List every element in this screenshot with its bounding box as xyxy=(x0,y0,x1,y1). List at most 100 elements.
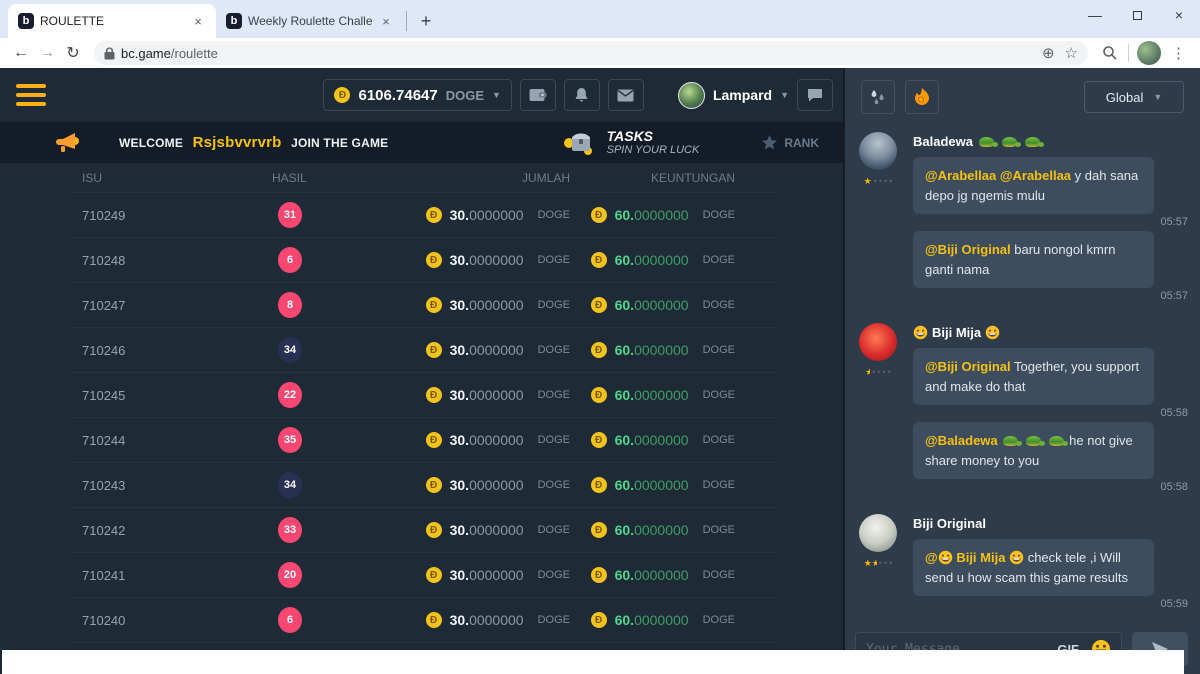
mention[interactable]: @Baladewa xyxy=(925,433,998,448)
chat-username: Biji Mija xyxy=(932,325,981,340)
table-row[interactable]: 710243 34 30.0000000DOGE 60.0000000DOGE xyxy=(70,463,776,508)
result-badge: 22 xyxy=(278,382,302,408)
profit-unit: DOGE xyxy=(703,569,735,581)
turtle-emoji xyxy=(1049,436,1064,446)
amount-unit: DOGE xyxy=(538,389,570,401)
amount-unit: DOGE xyxy=(538,524,570,536)
profit-value: 60. xyxy=(615,297,634,313)
minimize-button[interactable]: — xyxy=(1074,0,1116,30)
maximize-button[interactable] xyxy=(1116,0,1158,30)
amount-unit: DOGE xyxy=(538,614,570,626)
bet-id: 710243 xyxy=(82,478,272,493)
profit-unit: DOGE xyxy=(703,344,735,356)
avatar[interactable] xyxy=(859,132,897,170)
result-badge: 31 xyxy=(278,202,302,228)
grin-emoji xyxy=(913,325,928,340)
chat-username-row[interactable]: Biji Mija xyxy=(913,325,1186,340)
notifications-button[interactable] xyxy=(564,79,600,111)
profit-unit: DOGE xyxy=(703,434,735,446)
chat-group: ★•••• Biji Mija @Biji Original Together,… xyxy=(853,323,1186,496)
tasks-button[interactable]: TASKS SPIN YOUR LUCK xyxy=(563,129,700,157)
bottom-overlay xyxy=(2,650,1184,674)
browser-tab-inactive[interactable]: Weekly Roulette Challenge - Win × xyxy=(216,4,404,38)
profit-decimals: 0000000 xyxy=(634,342,689,358)
mention[interactable]: @Biji Original xyxy=(925,359,1011,374)
rank-button[interactable]: RANK xyxy=(761,135,819,151)
result-badge: 20 xyxy=(278,562,302,588)
coin-drop-button[interactable] xyxy=(905,80,939,114)
user-menu[interactable]: Lampard ▼ xyxy=(678,82,789,109)
amount-unit: DOGE xyxy=(538,434,570,446)
tab-title: ROULETTE xyxy=(40,14,184,28)
doge-coin-icon xyxy=(591,477,607,493)
table-row[interactable]: 710240 6 30.0000000DOGE 60.0000000DOGE xyxy=(70,598,776,643)
amount-value: 30. xyxy=(450,207,469,223)
welcome-banner: WELCOME Rsjsbvvrvrb JOIN THE GAME TASKS … xyxy=(0,122,843,163)
result-badge: 33 xyxy=(278,517,302,543)
hamburger-menu-icon[interactable] xyxy=(16,84,46,106)
balance-dropdown[interactable]: 6106.74647 DOGE ▼ xyxy=(323,79,511,111)
wallet-button[interactable] xyxy=(520,79,556,111)
table-row[interactable]: 710241 20 30.0000000DOGE 60.0000000DOGE xyxy=(70,553,776,598)
amount-unit: DOGE xyxy=(538,254,570,266)
doge-coin-icon xyxy=(591,567,607,583)
doge-coin-icon xyxy=(426,297,442,313)
profit-decimals: 0000000 xyxy=(634,477,689,493)
url-bar[interactable]: bc.game /roulette ⊕ ☆ xyxy=(94,41,1088,65)
table-row[interactable]: 710248 6 30.0000000DOGE 60.0000000DOGE xyxy=(70,238,776,283)
bcgame-favicon xyxy=(226,13,242,29)
amount-value: 30. xyxy=(450,297,469,313)
bet-id: 710247 xyxy=(82,298,272,313)
forward-icon[interactable]: → xyxy=(34,44,60,62)
wallet-icon xyxy=(529,88,547,102)
close-button[interactable]: × xyxy=(1158,0,1200,30)
doge-coin-icon xyxy=(426,207,442,223)
table-row[interactable]: 710246 34 30.0000000DOGE 60.0000000DOGE xyxy=(70,328,776,373)
profit-value: 60. xyxy=(615,567,634,583)
chat-channel-select[interactable]: Global ▼ xyxy=(1084,81,1184,113)
doge-coin-icon xyxy=(426,342,442,358)
profit-unit: DOGE xyxy=(703,614,735,626)
amount-decimals: 0000000 xyxy=(469,432,524,448)
table-row[interactable]: 710249 31 30.0000000DOGE 60.0000000DOGE xyxy=(70,193,776,238)
chrome-menu-icon[interactable]: ⋮ xyxy=(1171,44,1186,62)
table-row[interactable]: 710244 35 30.0000000DOGE 60.0000000DOGE xyxy=(70,418,776,463)
search-extension-icon[interactable] xyxy=(1102,45,1118,61)
chat-username-row[interactable]: Biji Original xyxy=(913,516,1186,531)
bet-id: 710246 xyxy=(82,343,272,358)
table-row[interactable]: 710245 22 30.0000000DOGE 60.0000000DOGE xyxy=(70,373,776,418)
profit-unit: DOGE xyxy=(703,479,735,491)
mention[interactable]: @ Biji Mija xyxy=(925,550,1028,565)
tab-divider xyxy=(406,11,407,31)
chat-message-list[interactable]: ★•••• Baladewa @Arabellaa @Arabellaa y d… xyxy=(845,126,1200,624)
grin-emoji xyxy=(1009,550,1024,565)
mention[interactable]: @Biji Original xyxy=(925,242,1011,257)
tab-close-icon[interactable]: × xyxy=(378,13,394,29)
profit-value: 60. xyxy=(615,252,634,268)
doge-coin-icon xyxy=(591,522,607,538)
tab-close-icon[interactable]: × xyxy=(190,13,206,29)
browser-profile-avatar[interactable] xyxy=(1137,41,1161,65)
zoom-page-icon[interactable]: ⊕ xyxy=(1042,44,1055,62)
chat-toggle-button[interactable] xyxy=(797,79,833,111)
browser-tab-active[interactable]: ROULETTE × xyxy=(8,4,216,38)
profit-unit: DOGE xyxy=(703,254,735,266)
bookmark-star-icon[interactable]: ☆ xyxy=(1065,44,1078,62)
welcome-suffix: JOIN THE GAME xyxy=(291,136,388,150)
table-row[interactable]: 710242 33 30.0000000DOGE 60.0000000DOGE xyxy=(70,508,776,553)
avatar[interactable] xyxy=(859,514,897,552)
avatar[interactable] xyxy=(859,323,897,361)
chat-username-row[interactable]: Baladewa xyxy=(913,134,1186,149)
refresh-icon[interactable]: ↻ xyxy=(60,43,86,63)
back-icon[interactable]: ← xyxy=(8,44,34,62)
rain-button[interactable] xyxy=(861,80,895,114)
new-tab-button[interactable]: + xyxy=(413,8,439,34)
mention[interactable]: @Arabellaa @Arabellaa xyxy=(925,168,1071,183)
messages-button[interactable] xyxy=(608,79,644,111)
chat-message: @Biji Original Together, you support and… xyxy=(913,348,1186,405)
result-badge: 6 xyxy=(278,247,302,273)
chevron-down-icon: ▼ xyxy=(780,90,789,100)
profit-value: 60. xyxy=(615,522,634,538)
amount-decimals: 0000000 xyxy=(469,522,524,538)
table-row[interactable]: 710247 8 30.0000000DOGE 60.0000000DOGE xyxy=(70,283,776,328)
